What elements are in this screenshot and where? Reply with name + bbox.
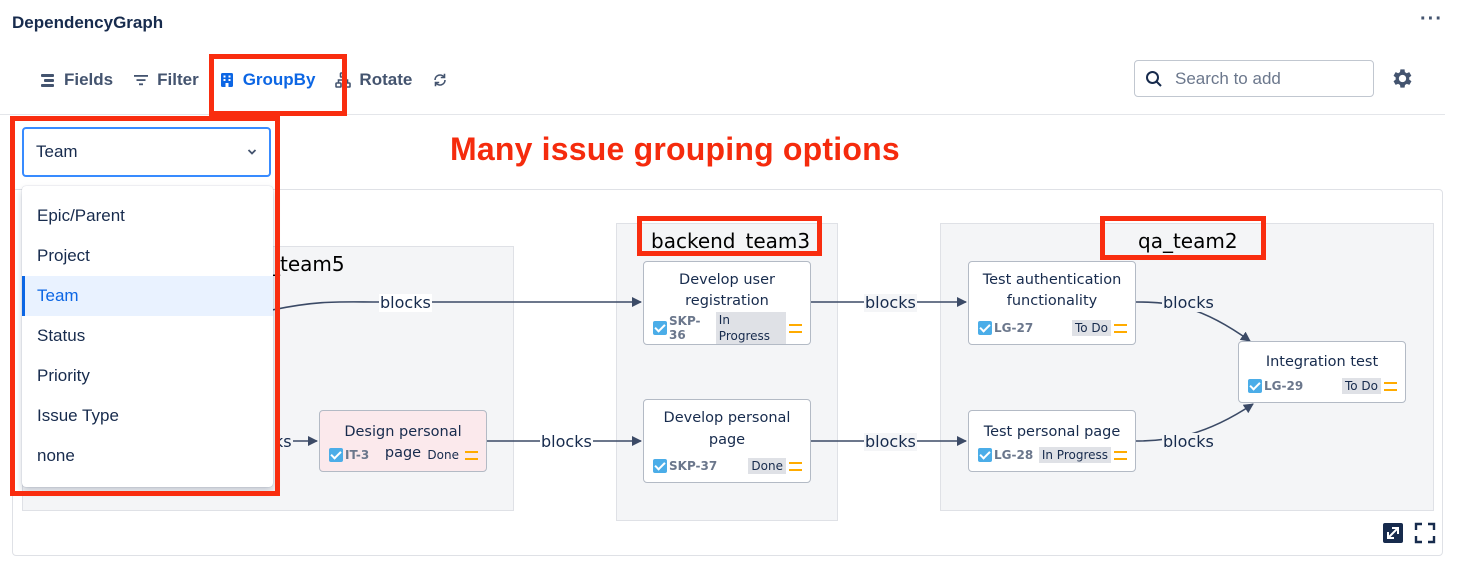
status-badge: In Progress (715, 312, 786, 344)
status-badge: Done (748, 458, 786, 474)
filter-button[interactable]: Filter (123, 60, 209, 100)
issue-node-skp36[interactable]: Develop user registration SKP-36 In Prog… (643, 261, 811, 345)
issue-node-lg29[interactable]: Integration test LG-29 To Do (1238, 341, 1406, 403)
more-options-icon[interactable]: ··· (1420, 8, 1443, 31)
issue-title-line-1: Develop user (679, 272, 775, 288)
refresh-icon (434, 73, 447, 87)
issue-key: SKP-36 (669, 314, 701, 342)
canvas-controls (1382, 522, 1436, 544)
priority-medium-icon (1114, 323, 1127, 333)
issue-title-line-2: registration (685, 293, 769, 309)
filter-icon (134, 75, 149, 86)
fields-label: Fields (64, 70, 114, 89)
edge-label: blocks (864, 432, 917, 451)
gear-icon[interactable] (1390, 66, 1415, 91)
issue-key: IT-3 (345, 448, 370, 462)
search-box[interactable] (1134, 60, 1374, 97)
priority-medium-icon (789, 461, 802, 471)
status-badge: To Do (1071, 320, 1111, 336)
issue-node-lg28[interactable]: Test personal page LG-28 In Progress (968, 410, 1136, 472)
task-icon (978, 448, 992, 462)
status-badge: In Progress (1038, 447, 1111, 463)
issue-key: LG-27 (994, 321, 1034, 335)
priority-medium-icon (465, 450, 478, 460)
issue-title-line-1: Test authentication (982, 272, 1122, 288)
task-icon (653, 459, 667, 473)
status-badge: To Do (1341, 378, 1381, 394)
issue-node-it3[interactable]: Design personal page IT-3 Done (319, 410, 487, 472)
rotate-label: Rotate (359, 70, 413, 89)
search-input[interactable] (1175, 68, 1365, 89)
priority-medium-icon (1384, 381, 1397, 391)
group-label-team5: _team5 (270, 252, 345, 276)
app-title: DependencyGraph (12, 13, 164, 32)
issue-title-line-1: Develop personal (663, 410, 791, 426)
issue-title: Test personal page (983, 424, 1121, 440)
issue-key: SKP-37 (669, 459, 718, 473)
search-icon (1146, 70, 1162, 87)
issue-node-lg27[interactable]: Test authentication functionality LG-27 … (968, 261, 1136, 345)
task-icon (1248, 379, 1262, 393)
fields-button[interactable]: Fields (30, 60, 123, 100)
status-badge: Done (427, 448, 459, 462)
issue-title: Integration test (1265, 354, 1379, 370)
issue-title-line-2: functionality (1006, 293, 1098, 309)
refresh-button[interactable] (422, 60, 458, 100)
issue-title-line-2: page (708, 432, 746, 448)
filter-label: Filter (157, 70, 199, 89)
highlight-groupby-button (209, 54, 347, 116)
expand-diagonal-icon[interactable] (1382, 522, 1404, 544)
highlight-groupby-menu (10, 116, 280, 496)
fullscreen-icon[interactable] (1414, 522, 1436, 544)
edge-label: blocks (1162, 432, 1215, 451)
task-icon (329, 448, 343, 462)
edge-label: blocks (540, 432, 593, 451)
edge-label: blocks (1162, 293, 1215, 312)
issue-key: LG-28 (994, 448, 1034, 462)
fields-icon (41, 74, 54, 87)
edge-label: blocks (864, 293, 917, 312)
edge-label: blocks (379, 293, 432, 312)
annotation-callout: Many issue grouping options (450, 131, 900, 167)
task-icon (653, 321, 667, 335)
issue-node-skp37[interactable]: Develop personal page SKP-37 Done (643, 399, 811, 483)
priority-medium-icon (1114, 450, 1127, 460)
priority-medium-icon (789, 323, 802, 333)
task-icon (978, 321, 992, 335)
issue-key: LG-29 (1264, 379, 1304, 393)
highlight-qa-team2 (1100, 216, 1266, 260)
highlight-backend-team3 (637, 216, 822, 256)
